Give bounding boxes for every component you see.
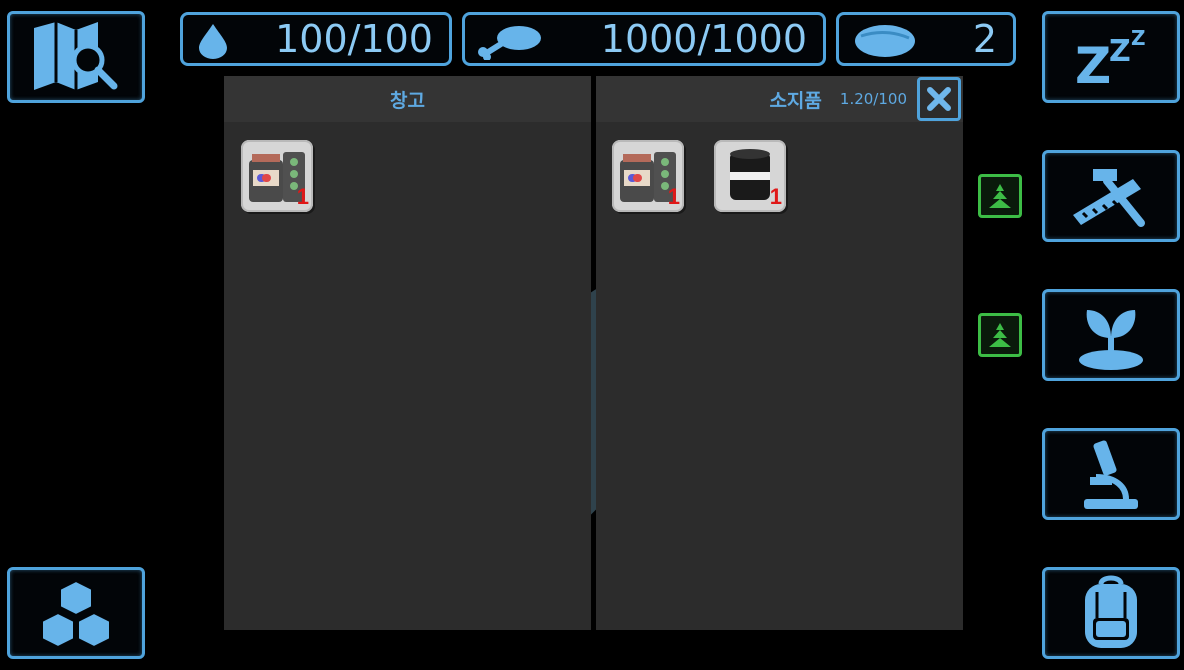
upgrade-arrow-icon [989, 184, 1011, 208]
inventory-title: 소지품 [769, 89, 822, 112]
storage-panel: 창고 1 [224, 76, 591, 630]
backpack-icon [1085, 575, 1137, 648]
special-value: 2 [972, 17, 997, 61]
blob-icon [855, 25, 915, 57]
sprout-icon [1079, 310, 1143, 370]
inventory-header: 소지품 1.20/100 [596, 76, 963, 122]
svg-text:Z: Z [1075, 37, 1111, 87]
item-quantity: 1 [769, 184, 782, 209]
farming-button[interactable] [1042, 289, 1180, 381]
sleep-button[interactable]: Z Z Z [1042, 11, 1180, 103]
inventory-item-slot[interactable]: 1 [612, 140, 684, 212]
water-value: 100/100 [275, 17, 433, 61]
water-stat: 100/100 [180, 12, 452, 66]
storage-header: 창고 [224, 76, 591, 122]
food-stat: 1000/1000 [462, 12, 826, 66]
blocks-button[interactable] [7, 567, 145, 659]
inventory-panel: 소지품 1.20/100 1 1 [596, 76, 963, 630]
water-drop-icon [199, 24, 227, 59]
sleep-zzz-icon: Z Z Z [1075, 27, 1146, 87]
map-search-icon [34, 22, 118, 90]
cubes-icon [41, 579, 111, 649]
food-value: 1000/1000 [600, 17, 807, 61]
item-quantity: 1 [296, 184, 309, 209]
upgrade-button[interactable] [978, 313, 1022, 357]
storage-title: 창고 [390, 89, 425, 112]
craft-button[interactable] [1042, 150, 1180, 242]
microscope-icon [1084, 440, 1138, 509]
meat-drumstick-icon [478, 26, 541, 60]
special-stat: 2 [836, 12, 1016, 66]
inventory-weight: 1.20/100 [839, 90, 907, 108]
svg-text:Z: Z [1109, 34, 1131, 69]
storage-item-slot[interactable]: 1 [241, 140, 313, 212]
backpack-button[interactable] [1042, 567, 1180, 659]
research-button[interactable] [1042, 428, 1180, 520]
svg-text:Z: Z [1131, 27, 1146, 50]
hammer-saw-icon [1073, 169, 1145, 227]
upgrade-arrow-icon [989, 323, 1011, 347]
map-search-button[interactable] [7, 11, 145, 103]
close-button[interactable] [917, 77, 961, 121]
item-quantity: 1 [667, 184, 680, 209]
upgrade-button[interactable] [978, 174, 1022, 218]
inventory-item-slot[interactable]: 1 [714, 140, 786, 212]
close-icon [927, 87, 951, 111]
